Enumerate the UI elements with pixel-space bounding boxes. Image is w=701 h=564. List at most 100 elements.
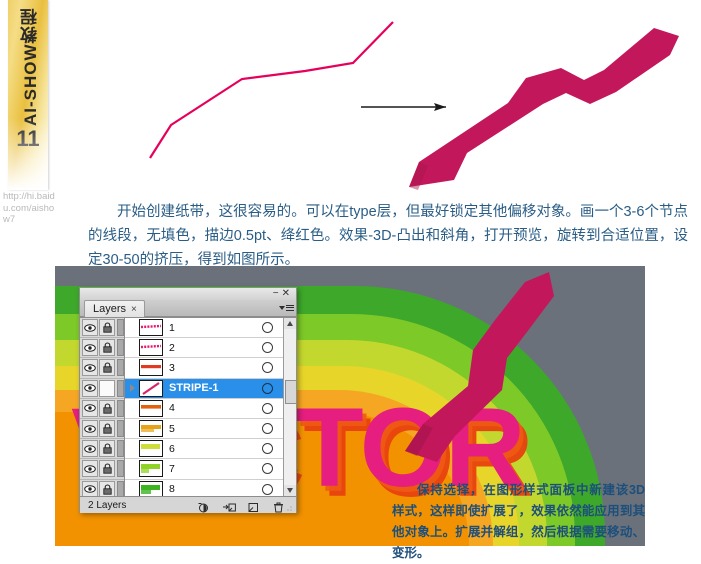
lock-icon[interactable] (99, 440, 116, 458)
layer-visibility-row[interactable] (80, 318, 124, 339)
tab-layers[interactable]: Layers × (84, 300, 145, 317)
layer-row[interactable]: 5 (125, 419, 283, 440)
layers-panel-footer: 2 Layers (80, 496, 296, 513)
resize-grip-icon[interactable] (287, 505, 294, 512)
eye-icon[interactable] (82, 379, 99, 397)
new-sublayer-icon[interactable] (223, 500, 236, 511)
layer-visibility-row[interactable] (80, 379, 124, 399)
layer-thumbnail[interactable] (139, 379, 163, 397)
lock-icon[interactable] (99, 359, 116, 377)
panel-menu-icon[interactable] (278, 301, 294, 314)
target-indicator-icon[interactable] (262, 362, 273, 374)
artwork-caption-text: 保持选择，在图形样式面板中新建该3D样式，这样即使扩展了，效果依然能应用到其他对… (392, 483, 645, 560)
eye-icon[interactable] (82, 319, 99, 337)
layers-scrollbar[interactable] (283, 318, 297, 496)
body-paragraph: 开始创建纸带，这很容易的。可以在type层，但最好锁定其他偏移对象。画一个3-6… (88, 200, 688, 272)
sidebar: AI-SHOW教程 11 http://hi.baidu.com/aishow7 (0, 0, 56, 546)
target-indicator-icon[interactable] (262, 423, 273, 435)
artwork-caption: 保持选择，在图形样式面板中新建该3D样式，这样即使扩展了，效果依然能应用到其他对… (392, 480, 645, 564)
layer-thumbnail[interactable] (139, 480, 163, 496)
layer-row[interactable]: 2 (125, 338, 283, 359)
layer-visibility-row[interactable] (80, 358, 124, 379)
target-indicator-icon[interactable] (262, 463, 273, 475)
target-indicator-icon[interactable] (262, 322, 273, 334)
lock-icon[interactable] (99, 420, 116, 438)
clipping-mask-icon[interactable] (198, 500, 209, 512)
eye-icon[interactable] (82, 440, 99, 458)
scrollbar-thumb[interactable] (285, 380, 297, 404)
layer-visibility-row[interactable] (80, 338, 124, 359)
arrow-icon (361, 103, 446, 111)
layer-row[interactable]: 3 (125, 358, 283, 379)
layer-visibility-row[interactable] (80, 399, 124, 419)
layer-thumbnail[interactable] (139, 440, 163, 458)
scroll-up-button[interactable] (284, 318, 296, 329)
lock-icon[interactable] (99, 339, 116, 357)
eye-icon[interactable] (82, 399, 99, 417)
tab-close-icon[interactable]: × (131, 302, 137, 317)
source-polyline-icon (149, 21, 394, 159)
eye-icon[interactable] (82, 460, 99, 478)
layers-visibility-column (80, 318, 125, 500)
layer-row-selected[interactable]: STRIPE-1 (125, 378, 283, 399)
layer-color-strip (117, 319, 124, 337)
page-root: AI-SHOW教程 11 http://hi.baidu.com/aishow7… (0, 0, 701, 560)
layer-row[interactable]: 8 (125, 480, 283, 496)
layer-thumbnail[interactable] (139, 359, 163, 377)
layer-name: 8 (169, 483, 175, 496)
layers-panel-body: 1 2 3 STRIPE-1 4 5 6 7 8 (80, 317, 297, 500)
layer-thumbnail[interactable] (139, 420, 163, 438)
layer-thumbnail[interactable] (139, 319, 163, 337)
layer-color-strip (117, 399, 124, 417)
target-indicator-icon[interactable] (262, 382, 273, 394)
layer-visibility-row[interactable] (80, 459, 124, 480)
footer-button-group (198, 500, 284, 512)
layer-row[interactable]: 4 (125, 399, 283, 419)
layer-thumbnail[interactable] (139, 460, 163, 478)
layers-list: 1 2 3 STRIPE-1 4 5 6 7 8 (125, 318, 283, 496)
eye-icon[interactable] (82, 339, 99, 357)
layer-thumbnail[interactable] (139, 339, 163, 357)
layer-row[interactable]: 7 (125, 459, 283, 480)
chevron-right-icon (129, 384, 135, 393)
target-indicator-icon[interactable] (262, 483, 273, 495)
scroll-down-button[interactable] (284, 485, 296, 496)
minimize-icon[interactable]: − (273, 288, 282, 299)
layer-name: 7 (169, 462, 175, 475)
layer-visibility-row[interactable] (80, 439, 124, 460)
caret-down-icon (287, 488, 293, 493)
body-paragraph-text: 开始创建纸带，这很容易的。可以在type层，但最好锁定其他偏移对象。画一个3-6… (88, 204, 688, 268)
panel-tabbar[interactable]: Layers × (80, 300, 296, 317)
top-illustration (56, 0, 701, 192)
lock-icon-empty[interactable] (99, 379, 116, 397)
lock-icon[interactable] (99, 319, 116, 337)
panel-window-buttons[interactable]: −✕ (273, 288, 293, 299)
target-indicator-icon[interactable] (262, 402, 273, 414)
sidebar-url[interactable]: http://hi.baidu.com/aishow7 (3, 191, 55, 226)
target-indicator-icon[interactable] (262, 342, 273, 354)
eye-icon[interactable] (82, 359, 99, 377)
trash-icon[interactable] (273, 500, 284, 512)
layer-color-strip (117, 420, 124, 438)
chevron-down-icon (278, 305, 285, 310)
layer-name: 1 (169, 321, 175, 334)
layer-row[interactable]: 6 (125, 439, 283, 460)
layers-count-label: 2 Layers (88, 499, 127, 511)
panel-titlebar[interactable]: −✕ (80, 288, 296, 300)
new-layer-icon[interactable] (248, 500, 259, 512)
layer-name: 5 (169, 422, 175, 435)
layer-name: 2 (169, 341, 175, 354)
sidebar-ribbon: AI-SHOW教程 11 (8, 0, 48, 190)
lock-icon[interactable] (99, 399, 116, 417)
close-icon[interactable]: ✕ (282, 288, 293, 299)
expand-arrow[interactable] (125, 384, 139, 393)
layer-visibility-row[interactable] (80, 419, 124, 440)
layer-row[interactable]: 1 (125, 318, 283, 339)
layer-thumbnail[interactable] (139, 399, 163, 417)
layer-name: 6 (169, 442, 175, 455)
layer-name: 3 (169, 361, 175, 374)
eye-icon[interactable] (82, 420, 99, 438)
target-indicator-icon[interactable] (262, 443, 273, 455)
lock-icon[interactable] (99, 460, 116, 478)
layers-panel[interactable]: −✕ Layers × 1 2 3 STRIPE-1 4 5 6 7 8 2 L… (79, 287, 297, 513)
